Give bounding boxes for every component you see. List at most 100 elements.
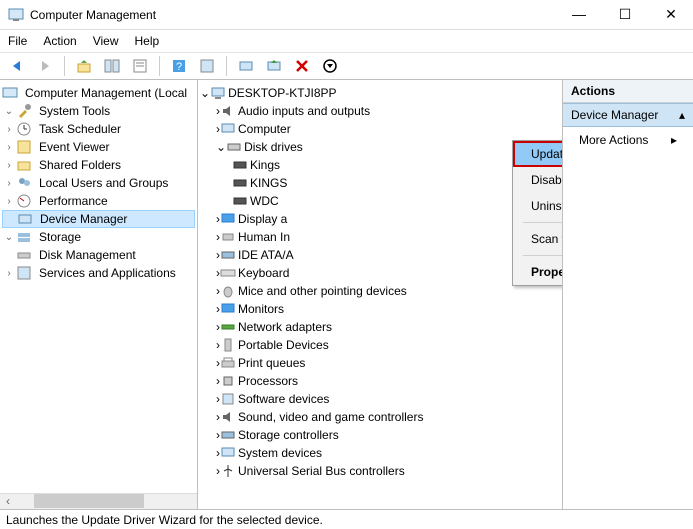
actions-group[interactable]: Device Manager ▴ <box>563 103 693 127</box>
help-button[interactable]: ? <box>168 55 190 77</box>
disk-wdc[interactable]: WDC <box>200 192 560 210</box>
disk-drive-icon <box>232 193 248 209</box>
tree-event-viewer[interactable]: ›Event Viewer <box>2 138 195 156</box>
up-button[interactable] <box>73 55 95 77</box>
cat-keyboard[interactable]: ›Keyboard <box>200 264 560 282</box>
keyboard-icon <box>220 265 236 281</box>
cat-print[interactable]: ›Print queues <box>200 354 560 372</box>
expand-icon[interactable]: › <box>2 178 16 189</box>
cpu-icon <box>220 373 236 389</box>
menu-action[interactable]: Action <box>43 34 76 48</box>
disable-button[interactable] <box>319 55 341 77</box>
update-driver-button[interactable] <box>263 55 285 77</box>
properties-button[interactable] <box>129 55 151 77</box>
expand-icon[interactable]: › <box>2 268 16 279</box>
cat-ide[interactable]: ›IDE ATA/A <box>200 246 560 264</box>
printer-icon <box>220 355 236 371</box>
uninstall-button[interactable] <box>291 55 313 77</box>
tree-disk-management[interactable]: Disk Management <box>2 246 195 264</box>
menu-file[interactable]: File <box>8 34 27 48</box>
cat-disk-drives[interactable]: ⌄Disk drives <box>200 138 560 156</box>
navigation-tree[interactable]: Computer Management (Local ⌄System Tools… <box>0 80 197 493</box>
forward-button[interactable] <box>34 55 56 77</box>
menu-view[interactable]: View <box>93 34 119 48</box>
display-icon <box>220 211 236 227</box>
performance-icon <box>16 193 32 209</box>
computer-icon <box>220 121 236 137</box>
refresh-button[interactable] <box>196 55 218 77</box>
maximize-button[interactable]: ☐ <box>611 6 639 23</box>
disk-kings[interactable]: Kings <box>200 156 560 174</box>
collapse-icon[interactable]: ⌄ <box>216 140 226 154</box>
expand-icon[interactable]: › <box>2 142 16 153</box>
cat-network[interactable]: ›Network adapters <box>200 318 560 336</box>
cat-portable[interactable]: ›Portable Devices <box>200 336 560 354</box>
cat-computer[interactable]: ›Computer <box>200 120 560 138</box>
sound-icon <box>220 409 236 425</box>
tree-task-scheduler[interactable]: ›Task Scheduler <box>2 120 195 138</box>
scan-hardware-button[interactable] <box>235 55 257 77</box>
software-icon <box>220 391 236 407</box>
ctx-disable-device[interactable]: Disable device <box>513 167 563 193</box>
cat-mice[interactable]: ›Mice and other pointing devices <box>200 282 560 300</box>
show-hide-button[interactable] <box>101 55 123 77</box>
cat-monitors[interactable]: ›Monitors <box>200 300 560 318</box>
device-manager-icon <box>17 211 33 227</box>
hid-icon <box>220 229 236 245</box>
users-icon <box>16 175 32 191</box>
cat-software[interactable]: ›Software devices <box>200 390 560 408</box>
tree-shared-folders[interactable]: ›Shared Folders <box>2 156 195 174</box>
services-icon <box>16 265 32 281</box>
ctx-uninstall-device[interactable]: Uninstall device <box>513 193 563 219</box>
chevron-right-icon: ▸ <box>671 133 677 147</box>
event-icon <box>16 139 32 155</box>
tree-performance[interactable]: ›Performance <box>2 192 195 210</box>
horizontal-scrollbar[interactable]: ‹ <box>0 493 197 509</box>
toolbar: ? <box>0 52 693 80</box>
tree-system-tools[interactable]: ⌄System Tools <box>2 102 195 120</box>
more-actions[interactable]: More Actions ▸ <box>563 127 693 153</box>
expand-icon[interactable]: › <box>2 124 16 135</box>
cat-usb[interactable]: ›Universal Serial Bus controllers <box>200 462 560 480</box>
close-button[interactable]: ✕ <box>657 6 685 23</box>
app-icon <box>8 7 24 23</box>
minimize-button[interactable]: — <box>565 6 593 23</box>
cat-storage[interactable]: ›Storage controllers <box>200 426 560 444</box>
collapse-icon[interactable]: ⌄ <box>2 106 16 117</box>
tree-device-manager[interactable]: Device Manager <box>2 210 195 228</box>
back-button[interactable] <box>6 55 28 77</box>
context-menu: Update driver Disable device Uninstall d… <box>512 140 563 286</box>
scope-pane: Computer Management (Local ⌄System Tools… <box>0 80 198 509</box>
menu-help[interactable]: Help <box>135 34 160 48</box>
portable-icon <box>220 337 236 353</box>
ide-icon <box>220 247 236 263</box>
cat-hid[interactable]: ›Human In <box>200 228 560 246</box>
disk-icon <box>16 247 32 263</box>
cat-sound[interactable]: ›Sound, video and game controllers <box>200 408 560 426</box>
disk-kings2[interactable]: KINGS <box>200 174 560 192</box>
monitor-icon <box>220 301 236 317</box>
ctx-update-driver[interactable]: Update driver <box>513 141 563 167</box>
svg-text:?: ? <box>176 61 182 73</box>
cat-display[interactable]: ›Display a <box>200 210 560 228</box>
actions-pane: Actions Device Manager ▴ More Actions ▸ <box>563 80 693 509</box>
main-area: Computer Management (Local ⌄System Tools… <box>0 80 693 509</box>
tree-local-users[interactable]: ›Local Users and Groups <box>2 174 195 192</box>
tree-root[interactable]: Computer Management (Local <box>2 84 195 102</box>
clock-icon <box>16 121 32 137</box>
audio-icon <box>220 103 236 119</box>
computer-management-icon <box>2 85 18 101</box>
expand-icon[interactable]: › <box>2 160 16 171</box>
system-icon <box>220 445 236 461</box>
device-root[interactable]: ⌄DESKTOP-KTJI8PP <box>200 84 560 102</box>
expand-icon[interactable]: › <box>2 196 16 207</box>
ctx-properties[interactable]: Properties <box>513 259 563 285</box>
cat-audio[interactable]: ›Audio inputs and outputs <box>200 102 560 120</box>
ctx-scan-hardware[interactable]: Scan for hardware changes <box>513 226 563 252</box>
tree-services-apps[interactable]: ›Services and Applications <box>2 264 195 282</box>
collapse-icon[interactable]: ⌄ <box>2 232 16 243</box>
collapse-icon[interactable]: ⌄ <box>200 86 210 100</box>
cat-system[interactable]: ›System devices <box>200 444 560 462</box>
cat-processors[interactable]: ›Processors <box>200 372 560 390</box>
tree-storage[interactable]: ⌄Storage <box>2 228 195 246</box>
